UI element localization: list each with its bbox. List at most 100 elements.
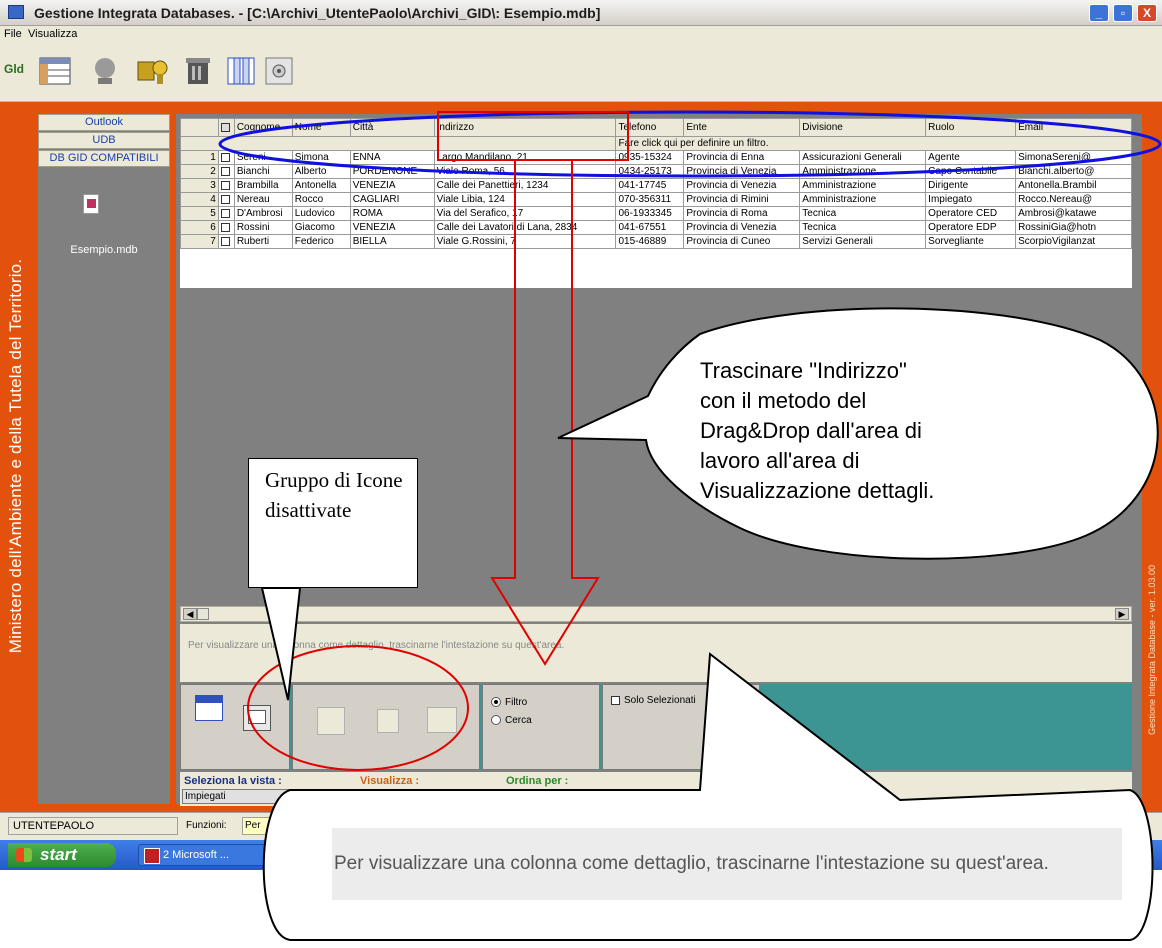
chevron-down-icon[interactable]: ▼: [484, 790, 497, 803]
scroll-left-icon[interactable]: ◀: [183, 608, 197, 620]
cell-cognome[interactable]: D'Ambrosi: [233, 206, 293, 221]
column-header-nome[interactable]: Nome: [291, 118, 351, 137]
column-header-indirizzo[interactable]: Indirizzo: [433, 118, 617, 137]
cell-nome[interactable]: Federico: [291, 234, 351, 249]
row-checkbox[interactable]: [217, 234, 235, 249]
cell-email[interactable]: Antonella.Brambil: [1015, 178, 1132, 193]
cell-ente[interactable]: Provincia di Cuneo: [683, 234, 801, 249]
table-row[interactable]: 3 Brambilla Antonella VENEZIA Calle dei …: [180, 178, 1132, 193]
nav-outlook[interactable]: Outlook: [38, 114, 170, 131]
cell-email[interactable]: SimonaSereni@: [1015, 150, 1132, 165]
table-row[interactable]: 6 Rossini Giacomo VENEZIA Calle dei Lava…: [180, 220, 1132, 235]
cell-telefono[interactable]: 015-46889: [615, 234, 685, 249]
table-row[interactable]: 5 D'Ambrosi Ludovico ROMA Via del Serafi…: [180, 206, 1132, 221]
cell-ruolo[interactable]: Agente: [925, 150, 1017, 165]
settings-icon[interactable]: [264, 56, 294, 86]
column-header-ruolo[interactable]: Ruolo: [925, 118, 1017, 137]
detail-drop-area[interactable]: Per visualizzare una colonna come dettag…: [180, 624, 1132, 682]
column-header-divisione[interactable]: Divisione: [799, 118, 927, 137]
cell-ente[interactable]: Provincia di Venezia: [683, 178, 801, 193]
cell-citta[interactable]: ROMA: [349, 206, 435, 221]
cell-telefono[interactable]: 041-17745: [615, 178, 685, 193]
database-file-icon[interactable]: [83, 194, 99, 214]
form-view-icon[interactable]: [195, 695, 223, 721]
cell-ente[interactable]: Provincia di Roma: [683, 206, 801, 221]
table-view-icon[interactable]: [38, 56, 72, 86]
cerca-radio[interactable]: Cerca: [491, 715, 532, 726]
cell-indirizzo[interactable]: Viale Libia, 124: [433, 192, 617, 207]
cell-indirizzo[interactable]: Viale Roma, 56: [433, 164, 617, 179]
cell-indirizzo[interactable]: Viale G.Rossini, 7: [433, 234, 617, 249]
cell-ruolo[interactable]: Dirigente: [925, 178, 1017, 193]
lock-keys-icon[interactable]: [136, 56, 172, 86]
cell-ruolo[interactable]: Operatore EDP: [925, 220, 1017, 235]
cell-divisione[interactable]: Assicurazioni Generali: [799, 150, 927, 165]
cell-ente[interactable]: Provincia di Venezia: [683, 164, 801, 179]
cell-email[interactable]: RossiniGia@hotn: [1015, 220, 1132, 235]
cell-ruolo[interactable]: Operatore CED: [925, 206, 1017, 221]
cell-divisione[interactable]: Amministrazione: [799, 178, 927, 193]
cell-cognome[interactable]: Rossini: [233, 220, 293, 235]
close-button[interactable]: X: [1137, 4, 1157, 22]
row-checkbox[interactable]: [217, 150, 235, 165]
cell-indirizzo[interactable]: Calle dei Lavatori di Lana, 2834: [433, 220, 617, 235]
cell-indirizzo[interactable]: Calle dei Panettieri, 1234: [433, 178, 617, 193]
cell-ruolo[interactable]: Impiegato: [925, 192, 1017, 207]
cell-nome[interactable]: Giacomo: [291, 220, 351, 235]
taskbar-item-microsoft[interactable]: 2 Microsoft ...: [138, 844, 266, 866]
cell-email[interactable]: Ambrosi@katawe: [1015, 206, 1132, 221]
cell-cognome[interactable]: Bianchi: [233, 164, 293, 179]
cell-indirizzo[interactable]: Largo Mandilano, 21: [433, 150, 617, 165]
grid-corner[interactable]: [180, 118, 219, 137]
cell-ente[interactable]: Provincia di Rimini: [683, 192, 801, 207]
filtro-radio[interactable]: Filtro: [491, 697, 527, 708]
row-checkbox[interactable]: [217, 164, 235, 179]
filter-row[interactable]: Fare click qui per definire un filtro.: [179, 136, 1132, 151]
cell-divisione[interactable]: Servizi Generali: [799, 234, 927, 249]
cell-email[interactable]: ScorpioVigilanzat: [1015, 234, 1132, 249]
column-header-citta[interactable]: Città: [349, 118, 435, 137]
menu-file[interactable]: File: [4, 28, 22, 40]
cell-cognome[interactable]: Nereau: [233, 192, 293, 207]
column-header-telefono[interactable]: Telefono: [615, 118, 685, 137]
chevron-down-icon[interactable]: ▼: [636, 790, 649, 803]
trash-icon[interactable]: [184, 56, 214, 86]
cell-divisione[interactable]: Amministrazione: [799, 164, 927, 179]
cell-citta[interactable]: BIELLA: [349, 234, 435, 249]
cell-ente[interactable]: Provincia di Enna: [683, 150, 801, 165]
globe-icon[interactable]: [88, 56, 122, 86]
horizontal-scrollbar[interactable]: ◀ ▶: [180, 606, 1132, 622]
cell-ruolo[interactable]: Capo Contabile: [925, 164, 1017, 179]
cell-citta[interactable]: VENEZIA: [349, 178, 435, 193]
cell-email[interactable]: Bianchi.alberto@: [1015, 164, 1132, 179]
cell-divisione[interactable]: Tecnica: [799, 220, 927, 235]
column-header-ente[interactable]: Ente: [683, 118, 801, 137]
table-row[interactable]: 2 Bianchi Alberto PORDENONE Viale Roma, …: [180, 164, 1132, 179]
start-button[interactable]: start: [8, 843, 116, 867]
menu-visualizza[interactable]: Visualizza: [28, 28, 77, 40]
cell-citta[interactable]: VENEZIA: [349, 220, 435, 235]
table-row[interactable]: 1 Sereni Simona ENNA Largo Mandilano, 21…: [180, 150, 1132, 165]
maximize-button[interactable]: ▫: [1113, 4, 1133, 22]
funzioni-field[interactable]: Per: [242, 817, 272, 835]
cell-indirizzo[interactable]: Via del Serafico, 17: [433, 206, 617, 221]
cell-telefono[interactable]: 0935-15324: [615, 150, 685, 165]
row-checkbox[interactable]: [217, 178, 235, 193]
row-checkbox[interactable]: [217, 206, 235, 221]
row-checkbox[interactable]: [217, 192, 235, 207]
cell-citta[interactable]: CAGLIARI: [349, 192, 435, 207]
cell-telefono[interactable]: 041-67551: [615, 220, 685, 235]
vista-select[interactable]: Impiegati ▼: [182, 789, 354, 804]
nav-db-gid-compatibili[interactable]: DB GID COMPATIBILI: [38, 150, 170, 167]
chevron-down-icon[interactable]: ▼: [340, 790, 353, 803]
cell-cognome[interactable]: Ruberti: [233, 234, 293, 249]
nav-udb[interactable]: UDB: [38, 132, 170, 149]
cell-ruolo[interactable]: Sorvegliante: [925, 234, 1017, 249]
cell-cognome[interactable]: Sereni: [233, 150, 293, 165]
filter-hint[interactable]: Fare click qui per definire un filtro.: [615, 136, 1132, 151]
database-file-label[interactable]: Esempio.mdb: [38, 244, 170, 256]
solo-selezionati-checkbox[interactable]: Solo Selezionati: [611, 695, 696, 706]
cell-ente[interactable]: Provincia di Venezia: [683, 220, 801, 235]
cell-nome[interactable]: Rocco: [291, 192, 351, 207]
column-header-cognome[interactable]: Cognome: [233, 118, 293, 137]
